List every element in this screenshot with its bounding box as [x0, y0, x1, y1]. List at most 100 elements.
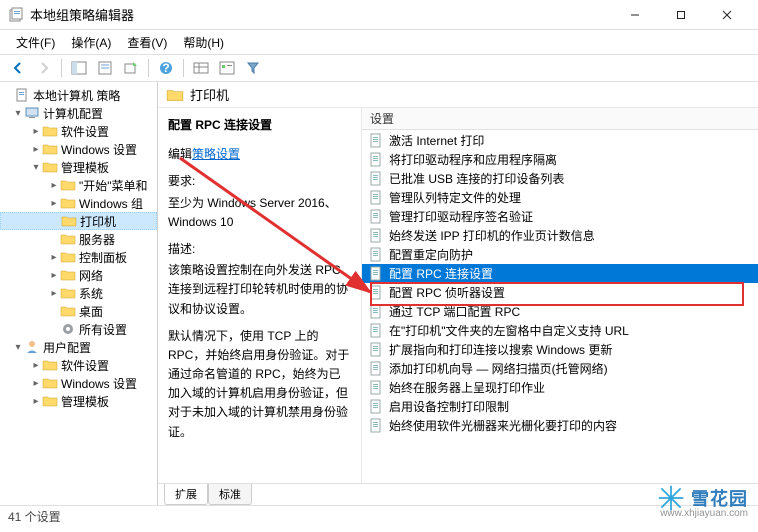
user-icon — [24, 339, 40, 355]
tree-admin-templates[interactable]: ▾ 管理模板 — [0, 158, 157, 176]
caret-down-icon[interactable]: ▾ — [30, 162, 42, 173]
edit-policy-link[interactable]: 策略设置 — [192, 147, 240, 161]
list-item-label: 管理队列特定文件的处理 — [389, 189, 521, 206]
statusbar: 41 个设置 — [0, 505, 758, 527]
list-item[interactable]: 扩展指向和打印连接以搜索 Windows 更新 — [362, 340, 758, 359]
tree-root[interactable]: 本地计算机 策略 — [0, 86, 157, 104]
maximize-button[interactable] — [658, 0, 704, 30]
tree-control-panel[interactable]: ▸ 控制面板 — [0, 248, 157, 266]
list-item[interactable]: 通过 TCP 端口配置 RPC — [362, 302, 758, 321]
folder-icon — [61, 213, 77, 229]
view-tabs: 扩展 标准 — [158, 483, 758, 505]
tree-windows-settings-2[interactable]: ▸ Windows 设置 — [0, 374, 157, 392]
caret-right-icon[interactable]: ▸ — [30, 360, 42, 371]
list-item-label: 配置 RPC 连接设置 — [389, 265, 493, 282]
policy-item-icon — [368, 190, 384, 206]
caret-right-icon[interactable]: ▸ — [48, 288, 60, 299]
tree-windows-components[interactable]: ▸ Windows 组 — [0, 194, 157, 212]
list-item[interactable]: 将打印驱动程序和应用程序隔离 — [362, 150, 758, 169]
caret-down-icon[interactable]: ▾ — [12, 108, 24, 119]
titlebar: 本地组策略编辑器 — [0, 0, 758, 30]
policy-item-icon — [368, 342, 384, 358]
list-item[interactable]: 添加打印机向导 — 网络扫描页(托管网络) — [362, 359, 758, 378]
minimize-button[interactable] — [612, 0, 658, 30]
policy-item-icon — [368, 209, 384, 225]
list-item-label: 扩展指向和打印连接以搜索 Windows 更新 — [389, 341, 612, 358]
help-button[interactable]: ? — [154, 57, 178, 79]
content-area: 本地计算机 策略 ▾ 计算机配置 ▸ 软件设置 ▸ Windows 设置 ▾ 管… — [0, 82, 758, 505]
menu-action[interactable]: 操作(A) — [63, 32, 119, 53]
list-item[interactable]: 始终在服务器上呈现打印作业 — [362, 378, 758, 397]
tree-admin-templates-2[interactable]: ▸ 管理模板 — [0, 392, 157, 410]
list-item-label: 配置重定向防护 — [389, 246, 473, 263]
forward-button[interactable] — [32, 57, 56, 79]
export-button[interactable] — [119, 57, 143, 79]
caret-right-icon[interactable]: ▸ — [48, 180, 60, 191]
caret-right-icon[interactable]: ▸ — [30, 144, 42, 155]
list-item[interactable]: 在"打印机"文件夹的左窗格中自定义支持 URL — [362, 321, 758, 340]
policy-item-icon — [368, 228, 384, 244]
folder-icon — [60, 231, 76, 247]
policy-item-icon — [368, 399, 384, 415]
list-item[interactable]: 配置重定向防护 — [362, 245, 758, 264]
caret-right-icon[interactable]: ▸ — [30, 378, 42, 389]
list-item-label: 已批准 USB 连接的打印设备列表 — [389, 170, 564, 187]
list-item[interactable]: 管理打印驱动程序签名验证 — [362, 207, 758, 226]
list-item[interactable]: 始终发送 IPP 打印机的作业页计数信息 — [362, 226, 758, 245]
tree-windows-settings-1[interactable]: ▸ Windows 设置 — [0, 140, 157, 158]
tree-printers[interactable]: 打印机 — [0, 212, 157, 230]
menu-file[interactable]: 文件(F) — [8, 32, 63, 53]
tree-computer-config[interactable]: ▾ 计算机配置 — [0, 104, 157, 122]
tree-start-menu[interactable]: ▸ "开始"菜单和 — [0, 176, 157, 194]
list-item[interactable]: 已批准 USB 连接的打印设备列表 — [362, 169, 758, 188]
list-item[interactable]: 管理队列特定文件的处理 — [362, 188, 758, 207]
tree-servers[interactable]: 服务器 — [0, 230, 157, 248]
list-item-label: 管理打印驱动程序签名验证 — [389, 208, 533, 225]
show-hide-tree-button[interactable] — [67, 57, 91, 79]
list-item[interactable]: 启用设备控制打印限制 — [362, 397, 758, 416]
folder-icon — [42, 357, 58, 373]
menu-view[interactable]: 查看(V) — [119, 32, 175, 53]
info-pane: 配置 RPC 连接设置 编辑策略设置 要求: 至少为 Windows Serve… — [158, 108, 362, 483]
policy-item-icon — [368, 304, 384, 320]
caret-right-icon[interactable]: ▸ — [48, 198, 60, 209]
list-column-header[interactable]: 设置 — [362, 108, 758, 130]
tree-software-settings-1[interactable]: ▸ 软件设置 — [0, 122, 157, 140]
folder-icon — [60, 303, 76, 319]
gear-icon — [60, 321, 76, 337]
requirements-label: 要求: — [168, 172, 351, 191]
list-item[interactable]: 配置 RPC 侦听器设置 — [362, 283, 758, 302]
tab-extended[interactable]: 扩展 — [164, 484, 208, 505]
caret-right-icon[interactable]: ▸ — [48, 252, 60, 263]
close-button[interactable] — [704, 0, 750, 30]
tree-network[interactable]: ▸ 网络 — [0, 266, 157, 284]
tree-all-settings[interactable]: 所有设置 — [0, 320, 157, 338]
list-item-label: 始终在服务器上呈现打印作业 — [389, 379, 545, 396]
tree-user-config[interactable]: ▾ 用户配置 — [0, 338, 157, 356]
tree-system[interactable]: ▸ 系统 — [0, 284, 157, 302]
settings-list-pane: 设置 激活 Internet 打印将打印驱动程序和应用程序隔离已批准 USB 连… — [362, 108, 758, 483]
list-item[interactable]: 配置 RPC 连接设置 — [362, 264, 758, 283]
caret-right-icon[interactable]: ▸ — [48, 270, 60, 281]
view-button[interactable] — [189, 57, 213, 79]
list-item[interactable]: 始终使用软件光栅器来光栅化要打印的内容 — [362, 416, 758, 435]
filter-options-button[interactable] — [215, 57, 239, 79]
list-item[interactable]: 激活 Internet 打印 — [362, 131, 758, 150]
settings-list[interactable]: 激活 Internet 打印将打印驱动程序和应用程序隔离已批准 USB 连接的打… — [362, 130, 758, 483]
filter-button[interactable] — [241, 57, 265, 79]
computer-icon — [24, 105, 40, 121]
list-item-label: 在"打印机"文件夹的左窗格中自定义支持 URL — [389, 322, 629, 339]
svg-text:?: ? — [162, 61, 169, 75]
tree-desktop[interactable]: 桌面 — [0, 302, 157, 320]
back-button[interactable] — [6, 57, 30, 79]
tab-standard[interactable]: 标准 — [208, 484, 252, 505]
tree-software-settings-2[interactable]: ▸ 软件设置 — [0, 356, 157, 374]
properties-button[interactable] — [93, 57, 117, 79]
folder-icon — [42, 123, 58, 139]
caret-right-icon[interactable]: ▸ — [30, 126, 42, 137]
policy-item-icon — [368, 133, 384, 149]
caret-right-icon[interactable]: ▸ — [30, 396, 42, 407]
menu-help[interactable]: 帮助(H) — [175, 32, 232, 53]
caret-down-icon[interactable]: ▾ — [12, 342, 24, 353]
nav-tree[interactable]: 本地计算机 策略 ▾ 计算机配置 ▸ 软件设置 ▸ Windows 设置 ▾ 管… — [0, 82, 158, 505]
